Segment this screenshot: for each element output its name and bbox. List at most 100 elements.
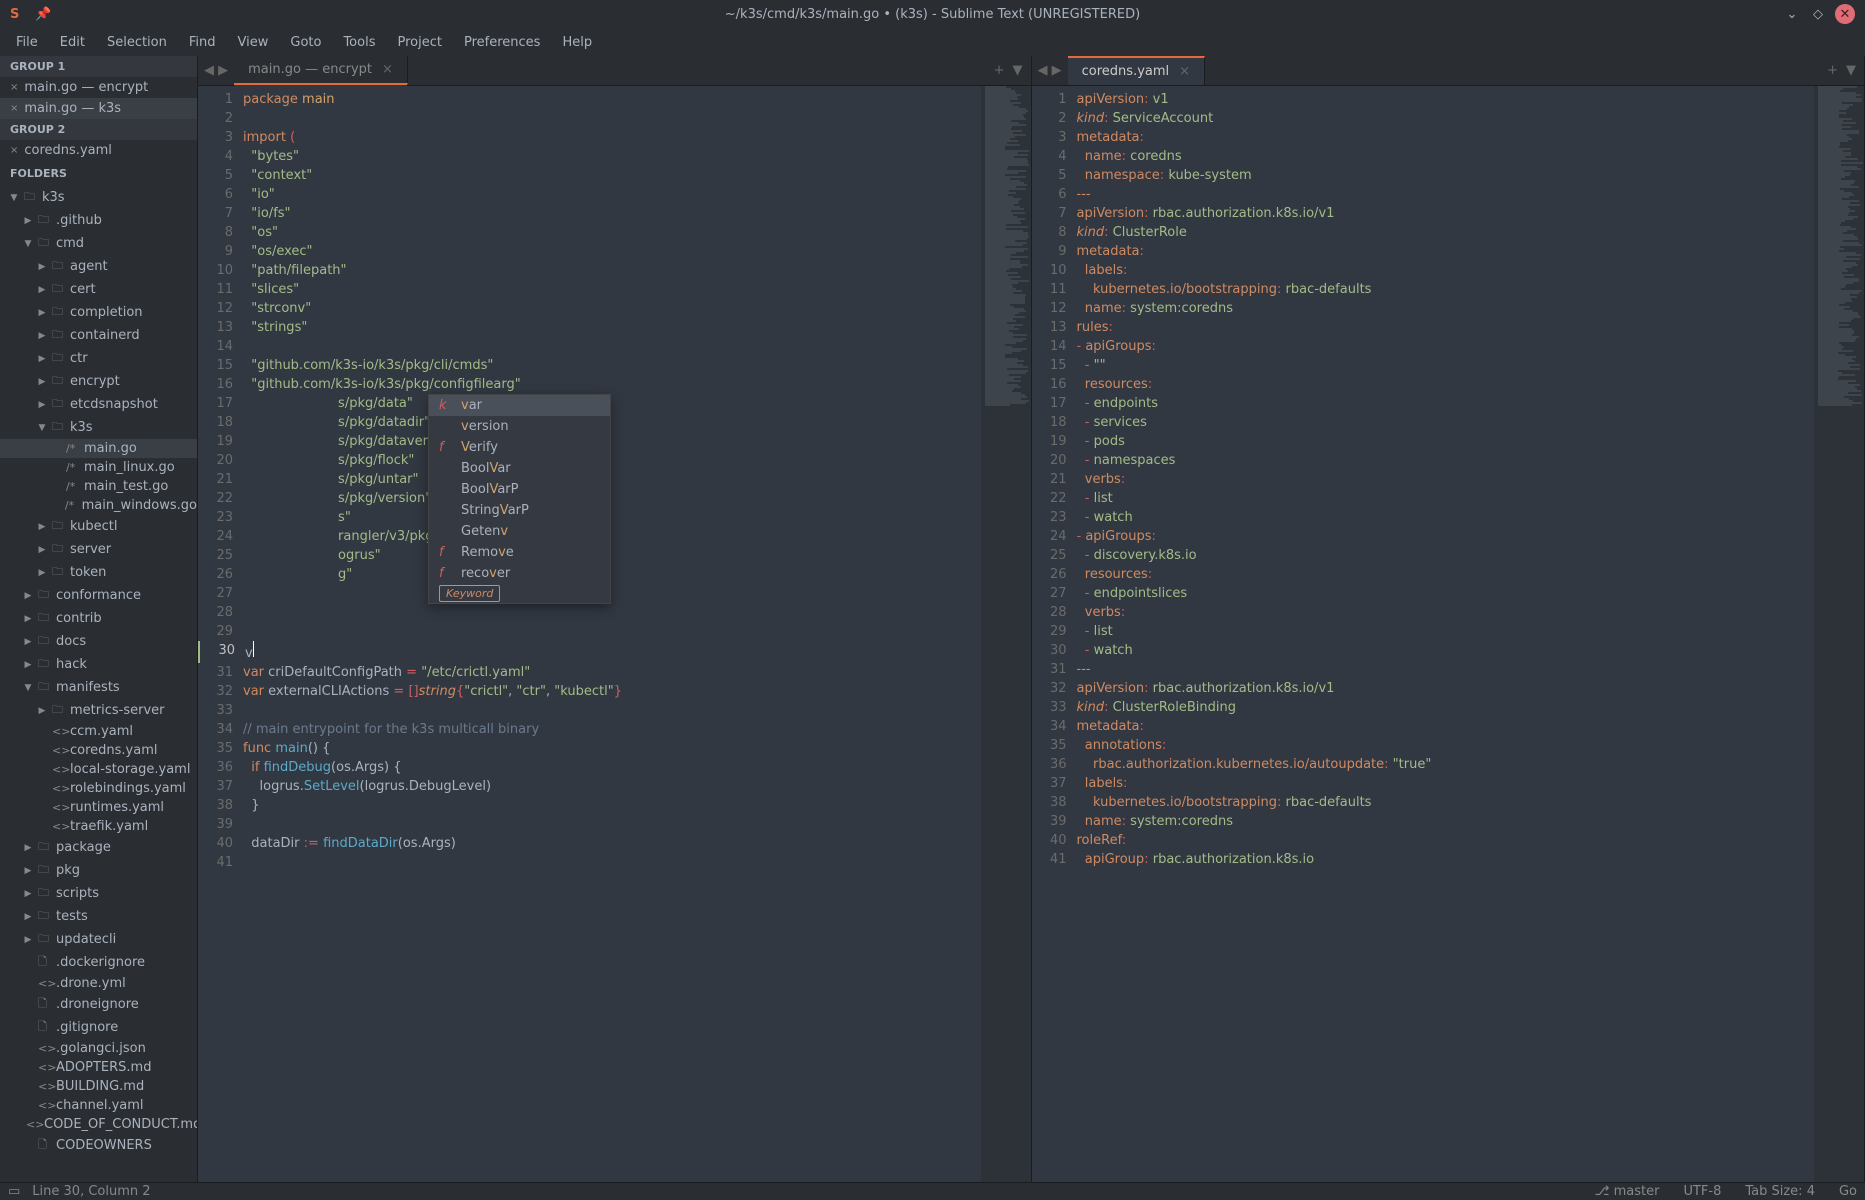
tree-file[interactable]: <>ADOPTERS.md bbox=[0, 1058, 197, 1077]
open-file[interactable]: ×main.go — encrypt bbox=[0, 77, 197, 98]
close-icon[interactable]: × bbox=[10, 103, 18, 114]
disclosure-icon[interactable]: ▶ bbox=[36, 285, 48, 295]
tree-file[interactable]: /*main_windows.go bbox=[0, 496, 197, 515]
tree-file[interactable]: <>coredns.yaml bbox=[0, 741, 197, 760]
disclosure-icon[interactable]: ▶ bbox=[22, 889, 34, 899]
autocomplete-item[interactable]: kvar bbox=[429, 395, 610, 416]
tree-folder[interactable]: ▼🗀cmd bbox=[0, 232, 197, 255]
disclosure-icon[interactable]: ▶ bbox=[36, 308, 48, 318]
disclosure-icon[interactable]: ▶ bbox=[36, 545, 48, 555]
tree-folder[interactable]: ▶🗀server bbox=[0, 538, 197, 561]
tree-folder[interactable]: ▶🗀updatecli bbox=[0, 928, 197, 951]
disclosure-icon[interactable]: ▶ bbox=[36, 522, 48, 532]
menu-view[interactable]: View bbox=[228, 31, 279, 54]
tree-file[interactable]: <>CODE_OF_CONDUCT.md bbox=[0, 1115, 197, 1134]
sidebar[interactable]: GROUP 1 ×main.go — encrypt×main.go — k3s… bbox=[0, 56, 198, 1182]
tree-folder[interactable]: ▶🗀contrib bbox=[0, 607, 197, 630]
menu-preferences[interactable]: Preferences bbox=[454, 31, 550, 54]
close-icon[interactable]: × bbox=[10, 82, 18, 93]
disclosure-icon[interactable]: ▶ bbox=[36, 568, 48, 578]
close-icon[interactable]: × bbox=[1179, 64, 1190, 79]
tab-nav[interactable]: ◀ ▶ bbox=[1032, 56, 1068, 85]
tree-file[interactable]: <>.drone.yml bbox=[0, 974, 197, 993]
disclosure-icon[interactable]: ▶ bbox=[36, 262, 48, 272]
minimap[interactable] bbox=[1814, 86, 1864, 1182]
disclosure-icon[interactable]: ▶ bbox=[36, 706, 48, 716]
close-icon[interactable]: × bbox=[382, 62, 393, 77]
tree-folder[interactable]: ▶🗀scripts bbox=[0, 882, 197, 905]
tree-folder[interactable]: ▶🗀package bbox=[0, 836, 197, 859]
tree-folder[interactable]: ▶🗀ctr bbox=[0, 347, 197, 370]
disclosure-icon[interactable]: ▶ bbox=[22, 591, 34, 601]
disclosure-icon[interactable]: ▼ bbox=[36, 423, 48, 433]
tree-folder[interactable]: ▶🗀etcdsnapshot bbox=[0, 393, 197, 416]
disclosure-icon[interactable]: ▶ bbox=[36, 331, 48, 341]
tree-file[interactable]: /*main.go bbox=[0, 439, 197, 458]
close-icon[interactable]: ✕ bbox=[1835, 4, 1855, 24]
tree-file[interactable]: 🗋.gitignore bbox=[0, 1016, 197, 1039]
disclosure-icon[interactable]: ▼ bbox=[22, 683, 34, 693]
minimize-icon[interactable]: ⌄ bbox=[1783, 5, 1801, 23]
disclosure-icon[interactable]: ▶ bbox=[22, 637, 34, 647]
tree-folder[interactable]: ▼🗀k3s bbox=[0, 186, 197, 209]
autocomplete-item[interactable]: fVerify bbox=[429, 437, 610, 458]
disclosure-icon[interactable]: ▶ bbox=[22, 912, 34, 922]
disclosure-icon[interactable]: ▶ bbox=[22, 660, 34, 670]
autocomplete-item[interactable]: Getenv bbox=[429, 521, 610, 542]
code-editor[interactable]: 1package main23import (4 "bytes"5 "conte… bbox=[198, 86, 981, 1182]
tab[interactable]: coredns.yaml× bbox=[1068, 56, 1205, 85]
tree-folder[interactable]: ▶🗀conformance bbox=[0, 584, 197, 607]
disclosure-icon[interactable]: ▼ bbox=[22, 239, 34, 249]
disclosure-icon[interactable]: ▶ bbox=[22, 614, 34, 624]
menu-edit[interactable]: Edit bbox=[50, 31, 95, 54]
pin-icon[interactable]: 📌 bbox=[35, 7, 51, 22]
tab[interactable]: main.go — encrypt× bbox=[234, 56, 408, 83]
tree-folder[interactable]: ▶🗀containerd bbox=[0, 324, 197, 347]
encoding[interactable]: UTF-8 bbox=[1683, 1184, 1721, 1199]
autocomplete-item[interactable]: fRemove bbox=[429, 542, 610, 563]
tree-file[interactable]: <>local-storage.yaml bbox=[0, 760, 197, 779]
tree-file[interactable]: <>runtimes.yaml bbox=[0, 798, 197, 817]
tree-folder[interactable]: ▶🗀tests bbox=[0, 905, 197, 928]
autocomplete-item[interactable]: version bbox=[429, 416, 610, 437]
open-file[interactable]: ×main.go — k3s bbox=[0, 98, 197, 119]
autocomplete-item[interactable]: StringVarP bbox=[429, 500, 610, 521]
tree-file[interactable]: <>traefik.yaml bbox=[0, 817, 197, 836]
minimap[interactable] bbox=[981, 86, 1031, 1182]
tree-folder[interactable]: ▶🗀completion bbox=[0, 301, 197, 324]
menu-find[interactable]: Find bbox=[179, 31, 226, 54]
disclosure-icon[interactable]: ▶ bbox=[22, 216, 34, 226]
maximize-icon[interactable]: ◇ bbox=[1809, 5, 1827, 23]
tree-file[interactable]: <>BUILDING.md bbox=[0, 1077, 197, 1096]
disclosure-icon[interactable]: ▶ bbox=[36, 377, 48, 387]
tree-folder[interactable]: ▼🗀k3s bbox=[0, 416, 197, 439]
tab-menu-icon[interactable]: ▼ bbox=[1846, 63, 1856, 78]
syntax[interactable]: Go bbox=[1839, 1184, 1857, 1199]
tree-file[interactable]: <>ccm.yaml bbox=[0, 722, 197, 741]
menu-help[interactable]: Help bbox=[552, 31, 602, 54]
disclosure-icon[interactable]: ▼ bbox=[8, 193, 20, 203]
autocomplete-item[interactable]: frecover bbox=[429, 563, 610, 584]
git-branch[interactable]: master bbox=[1614, 1184, 1660, 1199]
tree-folder[interactable]: ▶🗀token bbox=[0, 561, 197, 584]
disclosure-icon[interactable]: ▶ bbox=[36, 354, 48, 364]
disclosure-icon[interactable]: ▶ bbox=[22, 935, 34, 945]
tree-folder[interactable]: ▶🗀pkg bbox=[0, 859, 197, 882]
tab-menu-icon[interactable]: ▼ bbox=[1013, 63, 1023, 78]
tree-folder[interactable]: ▶🗀encrypt bbox=[0, 370, 197, 393]
tree-folder[interactable]: ▶🗀cert bbox=[0, 278, 197, 301]
menu-goto[interactable]: Goto bbox=[280, 31, 331, 54]
autocomplete-item[interactable]: BoolVar bbox=[429, 458, 610, 479]
new-tab-icon[interactable]: + bbox=[994, 63, 1005, 78]
status-icon[interactable]: ▭ bbox=[8, 1184, 20, 1199]
tree-folder[interactable]: ▶🗀kubectl bbox=[0, 515, 197, 538]
code-editor[interactable]: 1apiVersion: v12kind: ServiceAccount3met… bbox=[1032, 86, 1815, 1182]
tree-folder[interactable]: ▶🗀agent bbox=[0, 255, 197, 278]
tree-file[interactable]: <>.golangci.json bbox=[0, 1039, 197, 1058]
open-file[interactable]: ×coredns.yaml bbox=[0, 140, 197, 161]
tree-folder[interactable]: ▶🗀.github bbox=[0, 209, 197, 232]
tree-file[interactable]: <>rolebindings.yaml bbox=[0, 779, 197, 798]
tree-file[interactable]: 🗋CODEOWNERS bbox=[0, 1134, 197, 1157]
tree-file[interactable]: 🗋.droneignore bbox=[0, 993, 197, 1016]
disclosure-icon[interactable]: ▶ bbox=[22, 866, 34, 876]
